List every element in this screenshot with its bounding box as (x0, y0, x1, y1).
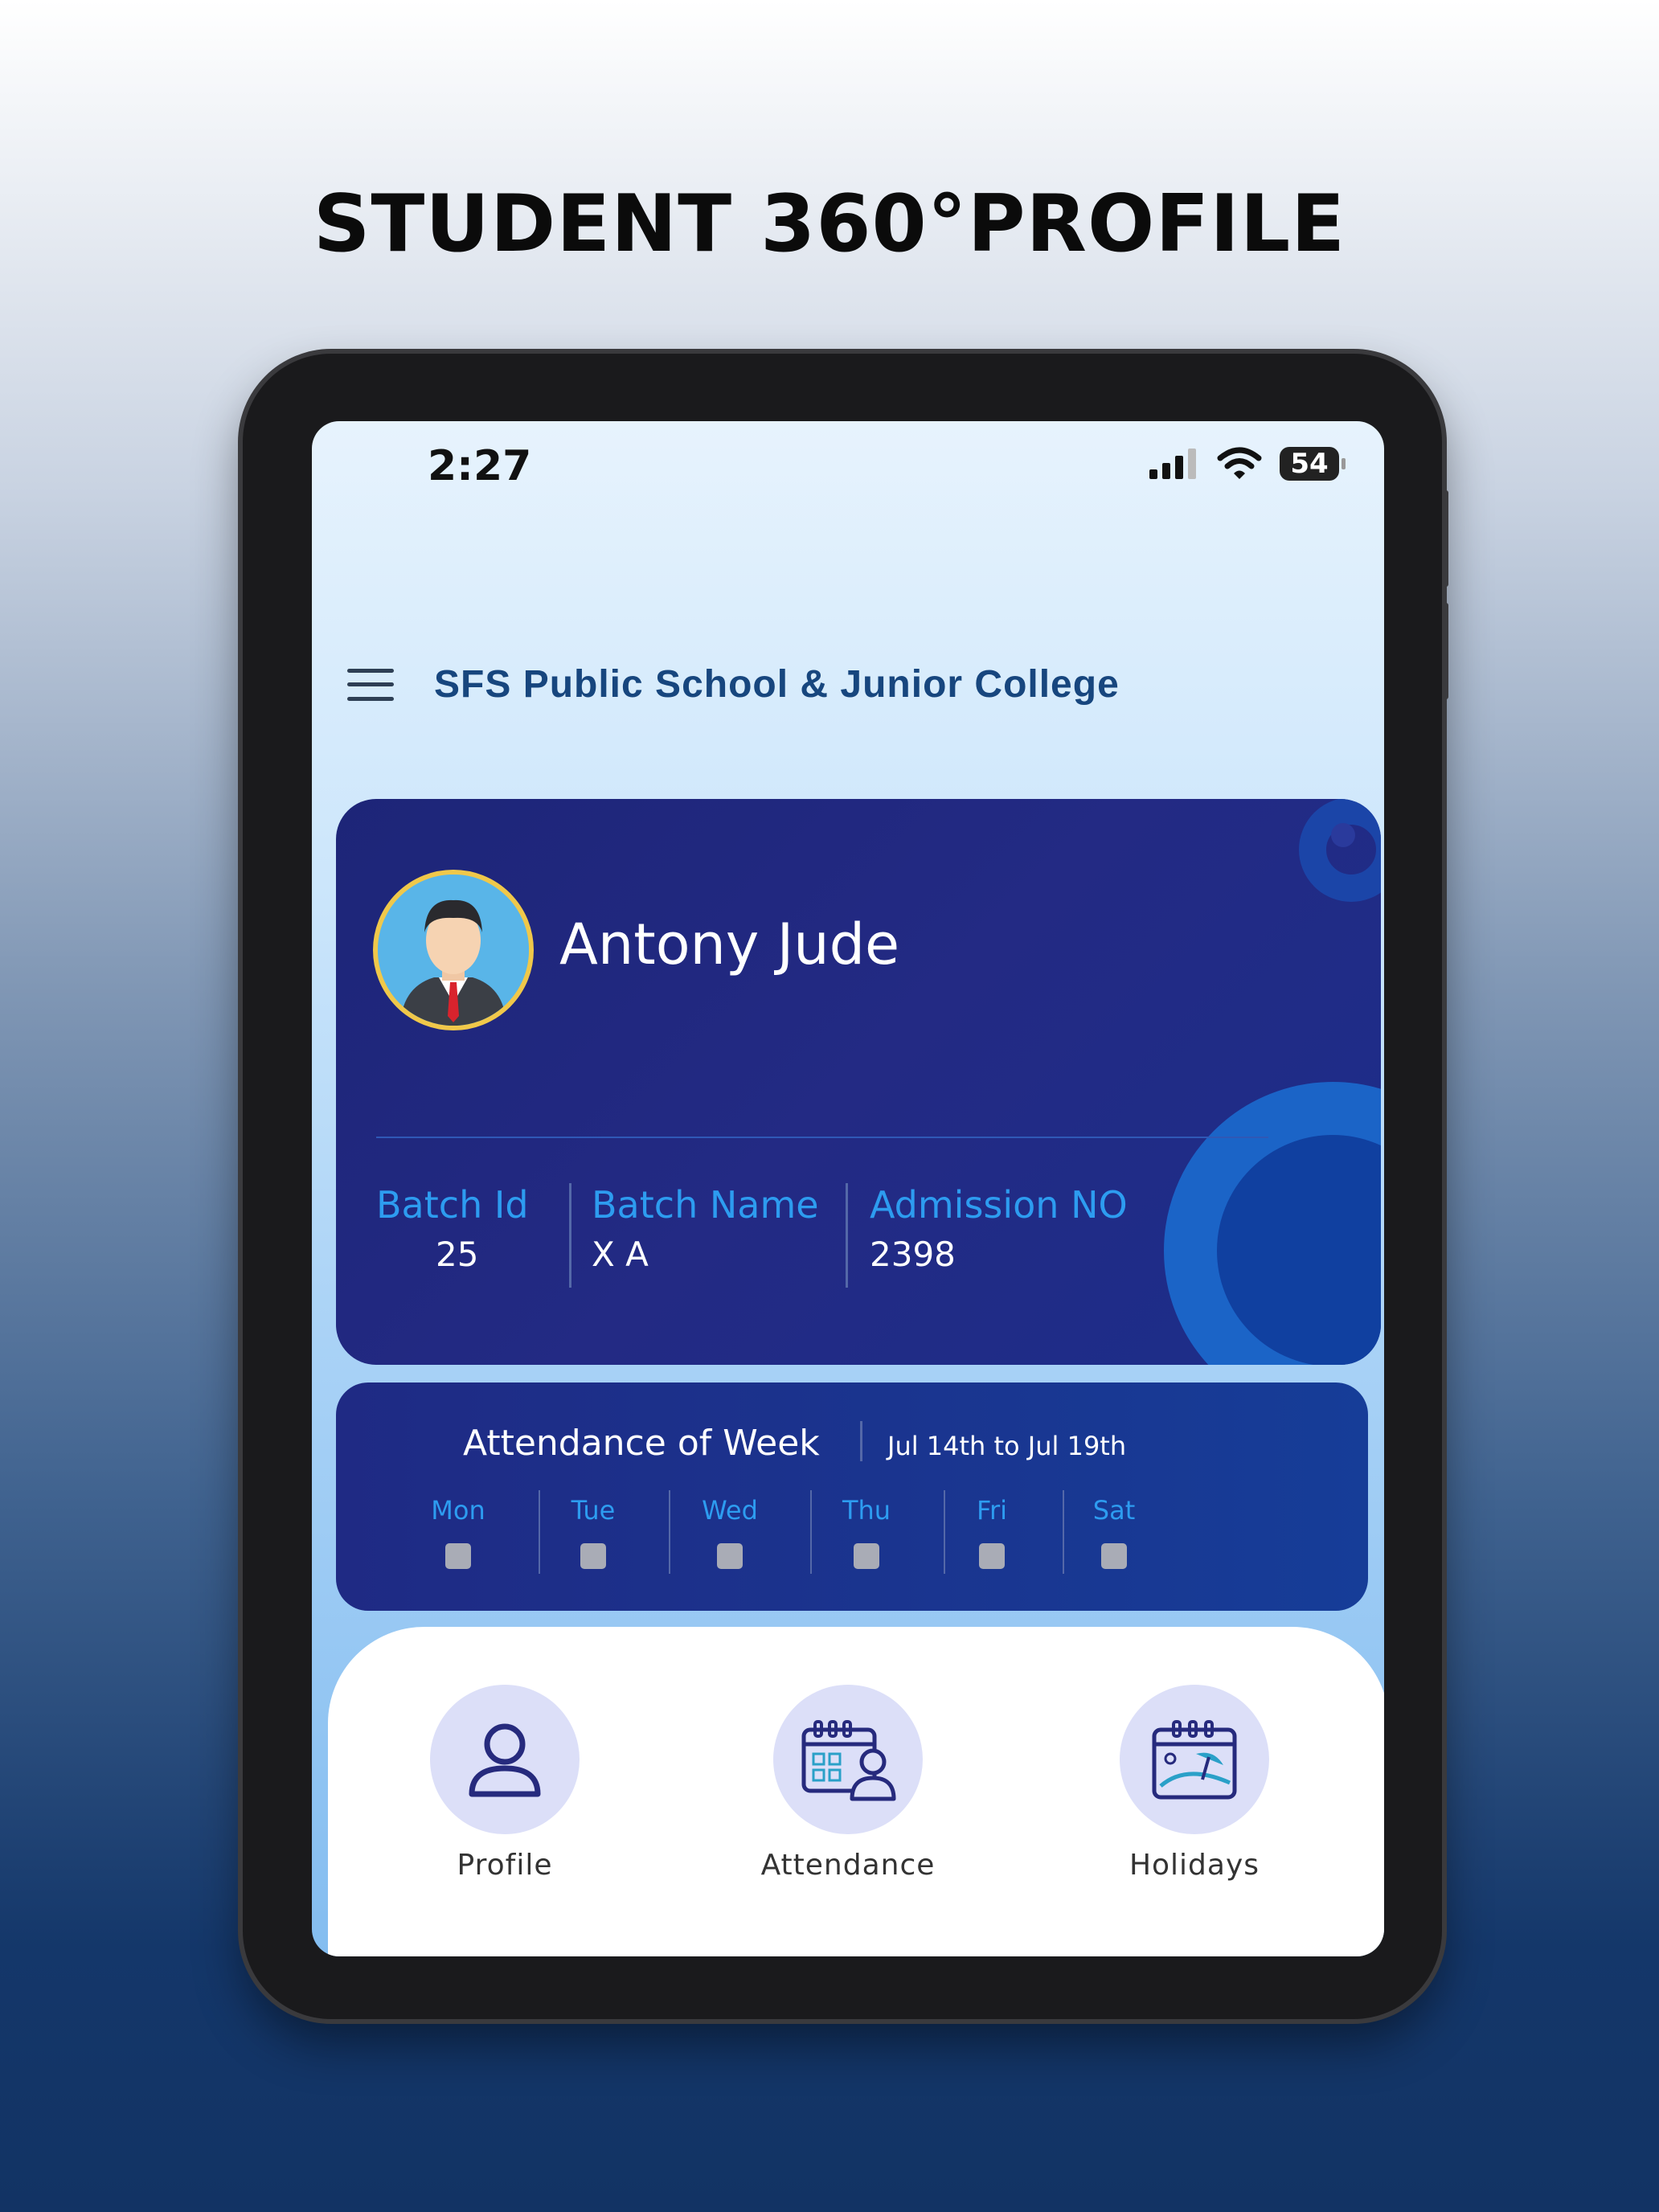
nav-attendance-button[interactable]: Attendance (743, 1685, 952, 1882)
batch-name-label: Batch Name (592, 1183, 819, 1227)
divider (539, 1490, 540, 1574)
day-fri: Fri (944, 1495, 1040, 1569)
nav-label: Profile (457, 1849, 553, 1882)
calendar-beach-icon (1152, 1720, 1237, 1800)
attendance-status-box (979, 1543, 1005, 1569)
divider (376, 1137, 1268, 1138)
volume-button (1444, 603, 1448, 699)
weekly-attendance-card[interactable]: Attendance of Week Jul 14th to Jul 19th … (336, 1382, 1368, 1611)
wifi-icon (1217, 447, 1262, 479)
divider (669, 1490, 670, 1574)
batch-id-value: 25 (436, 1235, 479, 1274)
nav-holidays-button[interactable]: Holidays (1090, 1685, 1299, 1882)
nav-profile-button[interactable]: Profile (400, 1685, 609, 1882)
tablet-frame: 2:27 54 SFS Public School & Junior Colle… (243, 354, 1448, 2019)
attendance-date-range: Jul 14th to Jul 19th (887, 1431, 1127, 1461)
student-avatar-icon (378, 875, 529, 1026)
attendance-status-box (445, 1543, 471, 1569)
avatar (373, 870, 534, 1030)
day-label: Wed (702, 1495, 758, 1526)
decorative-dot (1331, 823, 1355, 847)
attendance-status-box (1101, 1543, 1127, 1569)
attendance-status-box (854, 1543, 879, 1569)
batch-id-stat: Batch Id 25 (376, 1183, 529, 1274)
quick-actions-panel: Profile Attendance Holidays (328, 1627, 1384, 1956)
nav-icon-circle (773, 1685, 923, 1834)
app-bar: SFS Public School & Junior College (347, 662, 1120, 707)
student-name: Antony Jude (559, 911, 900, 977)
app-title: SFS Public School & Junior College (434, 663, 1120, 706)
nav-icon-circle (1120, 1685, 1269, 1834)
menu-icon[interactable] (347, 668, 394, 701)
day-sat: Sat (1066, 1495, 1162, 1569)
day-tue: Tue (545, 1495, 641, 1569)
attendance-status-box (717, 1543, 743, 1569)
attendance-title: Attendance of Week (463, 1423, 820, 1464)
day-label: Tue (571, 1495, 616, 1526)
day-label: Sat (1092, 1495, 1136, 1526)
day-thu: Thu (818, 1495, 915, 1569)
divider (846, 1183, 848, 1288)
batch-name-stat: Batch Name X A (592, 1183, 819, 1274)
attendance-status-box (580, 1543, 606, 1569)
volume-button (1444, 490, 1448, 587)
day-mon: Mon (410, 1495, 506, 1569)
decorative-ring (1299, 799, 1381, 902)
day-label: Fri (976, 1495, 1008, 1526)
admission-stat: Admission NO 2398 (870, 1183, 1128, 1274)
status-icons: 54 (1149, 447, 1346, 481)
batch-name-value: X A (592, 1235, 649, 1274)
nav-label: Holidays (1129, 1849, 1260, 1882)
calendar-user-icon (801, 1720, 896, 1801)
user-icon (469, 1723, 541, 1797)
nav-icon-circle (430, 1685, 580, 1834)
batch-id-label: Batch Id (376, 1183, 529, 1227)
nav-label: Attendance (760, 1849, 936, 1882)
divider (810, 1490, 812, 1574)
day-wed: Wed (682, 1495, 778, 1569)
divider (1063, 1490, 1064, 1574)
app-screen: 2:27 54 SFS Public School & Junior Colle… (312, 421, 1384, 1956)
signal-icon (1149, 449, 1196, 479)
day-label: Mon (431, 1495, 485, 1526)
page-headline: STUDENT 360°PROFILE (313, 178, 1346, 270)
status-time: 2:27 (428, 442, 532, 490)
day-label: Thu (842, 1495, 891, 1526)
student-profile-card[interactable]: Antony Jude Batch Id 25 Batch Name X A A… (336, 799, 1381, 1365)
admission-value: 2398 (870, 1235, 956, 1274)
divider (860, 1421, 862, 1461)
decorative-ring (1164, 1082, 1381, 1365)
admission-label: Admission NO (870, 1183, 1128, 1227)
divider (569, 1183, 571, 1288)
battery-indicator: 54 (1280, 447, 1346, 481)
